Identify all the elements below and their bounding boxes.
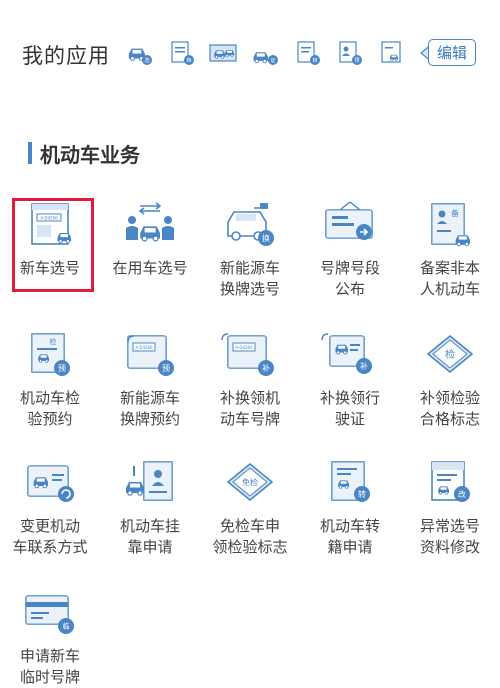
svg-text:补: 补	[262, 363, 270, 373]
svg-text:免检: 免检	[242, 477, 258, 487]
service-tile-label: 补换领机 动车号牌	[219, 389, 280, 428]
service-tile-label: 在用车选号	[112, 259, 188, 277]
abnormal-selection-icon: 改	[400, 448, 500, 508]
svg-text:A·D4266: A·D4266	[40, 216, 58, 221]
reservation-icon[interactable]: 预	[334, 39, 364, 67]
inspection-mark-icon: 检	[400, 320, 500, 380]
svg-text:补: 补	[360, 361, 368, 371]
affiliation-icon	[100, 448, 200, 508]
new-car-plate-icon: A·D4266	[0, 190, 100, 250]
svg-text:预: 预	[58, 363, 66, 373]
service-tile-label: 变更机动 车联系方式	[12, 517, 88, 556]
service-tile[interactable]: A·D4266 预新能源车 换牌预约	[100, 320, 200, 430]
edit-button[interactable]: 编辑	[428, 39, 476, 66]
svg-text:预: 预	[162, 363, 170, 373]
service-tile[interactable]: 免检免检车申 领检验标志	[200, 448, 300, 558]
section-accent-bar	[28, 142, 32, 164]
svg-text:检: 检	[445, 348, 455, 361]
service-tile[interactable]: 改异常选号 资料修改	[400, 448, 500, 558]
service-tile-label: 申请新车 临时号牌	[19, 647, 80, 686]
used-car-plate-icon	[100, 190, 200, 250]
service-tile-label: 新能源车 换牌选号	[219, 259, 280, 298]
svg-text:A·D4266: A·D4266	[235, 345, 253, 350]
temporary-plate-icon: 临	[0, 578, 100, 638]
service-tile[interactable]: A·D4266 补补换领机 动车号牌	[200, 320, 300, 430]
svg-text:改: 改	[458, 489, 466, 499]
record-vehicle-icon: 备	[400, 190, 500, 250]
svg-text:转: 转	[312, 57, 317, 64]
change-contact-icon	[0, 448, 100, 508]
service-tile[interactable]: 在用车选号	[100, 190, 200, 279]
service-tile-label: 号牌号段 公布	[319, 259, 380, 298]
service-tile[interactable]: 机动车挂 靠申请	[100, 448, 200, 558]
my-apps-icon-row: 选档 证转预 免检	[124, 39, 448, 67]
service-tile[interactable]: 号牌号段 公布	[300, 190, 400, 300]
replace-license-icon: 补	[300, 320, 400, 380]
svg-text:A·D4266: A·D4266	[135, 345, 153, 350]
svg-text:预: 预	[354, 57, 359, 64]
new-energy-booking-icon: A·D4266 预	[100, 320, 200, 380]
service-tile[interactable]: 补补换领行 驶证	[300, 320, 400, 430]
vehicle-transfer-icon[interactable]: 转	[292, 39, 322, 67]
service-tile-label: 异常选号 资料修改	[419, 517, 480, 556]
service-tile-label: 补领检验 合格标志	[419, 389, 480, 428]
service-tile-label: 机动车检 验预约	[19, 389, 80, 428]
my-apps-title: 我的应用	[22, 44, 110, 68]
replace-plate-icon: A·D4266 补	[200, 320, 300, 380]
svg-text:档: 档	[186, 57, 191, 64]
service-tile[interactable]: 转机动车转 籍申请	[300, 448, 400, 558]
svg-text:转: 转	[358, 489, 366, 499]
svg-text:证: 证	[270, 57, 275, 64]
service-tile-label: 新车选号	[19, 259, 80, 277]
service-tile-label: 新能源车 换牌预约	[119, 389, 180, 428]
inspection-booking-icon: 检 预	[0, 320, 100, 380]
service-tile[interactable]: 换新能源车 换牌选号	[200, 190, 300, 300]
service-tile[interactable]: 检 预机动车检 验预约	[0, 320, 100, 430]
svg-text:检: 检	[50, 337, 57, 346]
service-tile-label: 免检车申 领检验标志	[212, 517, 288, 556]
service-tile[interactable]: A·D4266 新车选号	[0, 190, 100, 279]
license-plate-icon[interactable]	[208, 39, 238, 67]
registration-icon[interactable]	[376, 39, 406, 67]
service-tile-label: 补换领行 驶证	[319, 389, 380, 428]
svg-text:备: 备	[451, 208, 459, 218]
driver-license-icon[interactable]: 证	[250, 39, 280, 67]
car-select-icon[interactable]: 选	[124, 39, 154, 67]
svg-text:选: 选	[144, 57, 149, 64]
service-tile[interactable]: 备 备案非本 人机动车	[400, 190, 500, 300]
service-tile[interactable]: 检补领检验 合格标志	[400, 320, 500, 430]
section-title: 机动车业务	[40, 142, 140, 167]
exempt-mark-icon: 免检	[200, 448, 300, 508]
service-tile-label: 备案非本 人机动车	[419, 259, 480, 298]
svg-text:换: 换	[262, 233, 270, 243]
scroll-document-icon[interactable]: 档	[166, 39, 196, 67]
svg-text:临: 临	[63, 622, 70, 631]
service-tile[interactable]: 变更机动 车联系方式	[0, 448, 100, 558]
new-energy-car-icon: 换	[200, 190, 300, 250]
plate-segment-icon	[300, 190, 400, 250]
service-tile-label: 机动车挂 靠申请	[119, 517, 180, 556]
transfer-registration-icon: 转	[300, 448, 400, 508]
section-heading: 机动车业务	[28, 140, 140, 167]
my-apps-header: 我的应用 选档 证转预 免检 编辑	[0, 0, 500, 108]
service-tile-label: 机动车转 籍申请	[319, 517, 380, 556]
